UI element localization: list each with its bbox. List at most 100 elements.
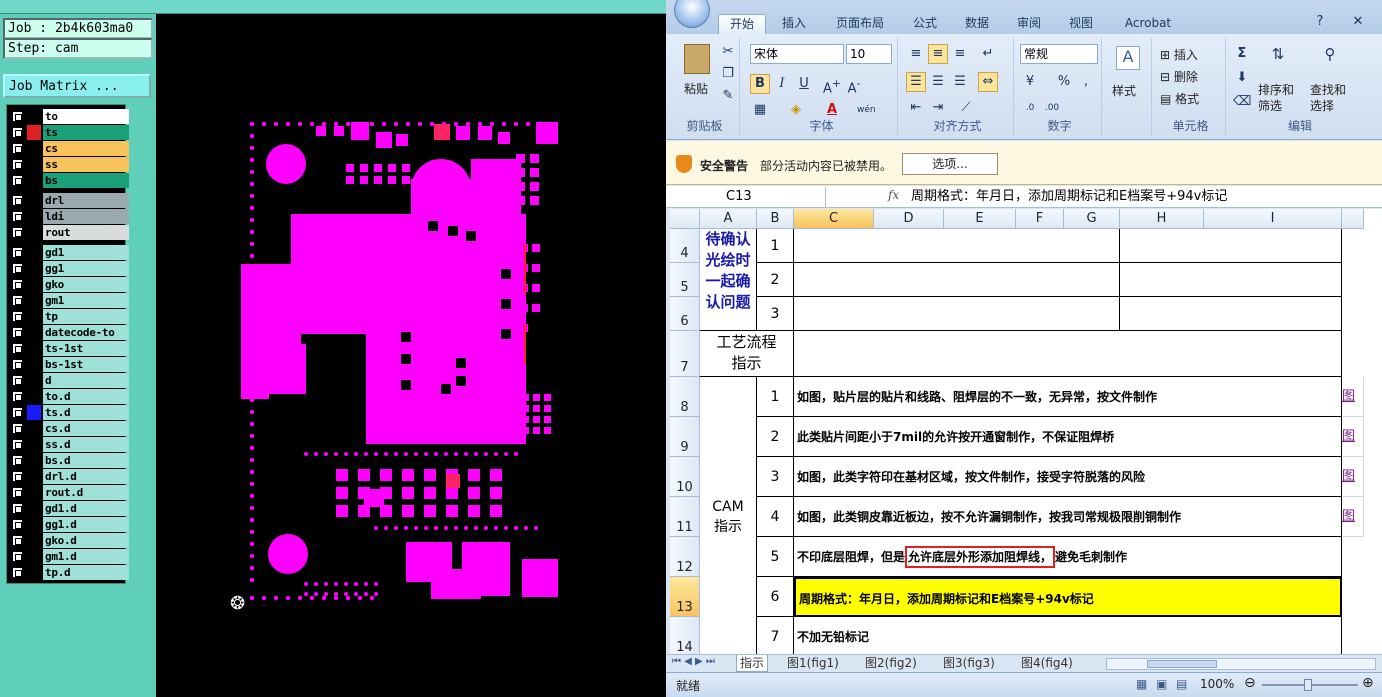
- security-options-button[interactable]: 选项...: [902, 153, 998, 175]
- layer-color-swatch[interactable]: [27, 405, 41, 420]
- bold-button[interactable]: B: [750, 74, 770, 94]
- row-header[interactable]: 9: [670, 417, 700, 457]
- layer-checkbox[interactable]: [12, 295, 23, 306]
- layer-color-swatch[interactable]: [27, 357, 41, 372]
- blank-cell[interactable]: [794, 297, 1120, 331]
- comma-icon[interactable]: ,: [1076, 72, 1096, 92]
- layer-checkbox[interactable]: [12, 327, 23, 338]
- row-index-cell[interactable]: 2: [757, 263, 794, 297]
- row-header[interactable]: 14: [670, 617, 700, 654]
- layer-name[interactable]: tp.d: [43, 565, 129, 580]
- layer-color-swatch[interactable]: [27, 277, 41, 292]
- decrease-indent-icon[interactable]: ⇤: [906, 98, 926, 118]
- orientation-icon[interactable]: ⟋: [956, 98, 976, 118]
- row-index-cell[interactable]: 3: [757, 457, 794, 497]
- layer-checkbox[interactable]: [12, 111, 23, 122]
- tab-page-layout[interactable]: 页面布局: [828, 14, 892, 34]
- layer-name[interactable]: cs: [43, 141, 129, 156]
- increase-indent-icon[interactable]: ⇥: [928, 98, 948, 118]
- layer-name[interactable]: ldi: [43, 209, 129, 224]
- layer-name[interactable]: to.d: [43, 389, 129, 404]
- tab-insert[interactable]: 插入: [774, 14, 814, 34]
- layer-name[interactable]: gd1: [43, 245, 129, 260]
- find-select-button[interactable]: 查找和选择: [1310, 82, 1352, 114]
- row-header[interactable]: 8: [670, 377, 700, 417]
- column-header[interactable]: C: [794, 209, 874, 229]
- sheet-tab-fig3[interactable]: 图3(fig3): [940, 655, 998, 672]
- layer-name[interactable]: datecode-to: [43, 325, 129, 340]
- layer-row-rout[interactable]: rout: [9, 225, 129, 240]
- layer-checkbox[interactable]: [12, 263, 23, 274]
- column-header[interactable]: I: [1204, 209, 1342, 229]
- column-header[interactable]: A: [700, 209, 757, 229]
- zoom-level[interactable]: 100%: [1200, 677, 1234, 691]
- row-header[interactable]: 11: [670, 497, 700, 537]
- layer-name[interactable]: ts.d: [43, 405, 129, 420]
- layer-row-gm1-d[interactable]: gm1.d: [9, 549, 129, 564]
- layer-row-gd1-d[interactable]: gd1.d: [9, 501, 129, 516]
- merge-center-icon[interactable]: ⇔: [978, 72, 998, 92]
- column-header[interactable]: H: [1120, 209, 1204, 229]
- layer-color-swatch[interactable]: [27, 373, 41, 388]
- column-header[interactable]: F: [1016, 209, 1064, 229]
- layer-checkbox[interactable]: [12, 455, 23, 466]
- wrap-text-icon[interactable]: ↵: [978, 44, 998, 64]
- layer-checkbox[interactable]: [12, 343, 23, 354]
- layer-row-to-d[interactable]: to.d: [9, 389, 129, 404]
- layer-row-gd1[interactable]: gd1: [9, 245, 129, 260]
- layer-checkbox[interactable]: [12, 279, 23, 290]
- layer-row-datecode-to[interactable]: datecode-to: [9, 325, 129, 340]
- layer-name[interactable]: ss.d: [43, 437, 129, 452]
- zoom-slider-thumb[interactable]: [1304, 679, 1312, 691]
- grow-font-icon[interactable]: A+: [822, 74, 842, 96]
- layer-row-d[interactable]: d: [9, 373, 129, 388]
- layer-checkbox[interactable]: [12, 227, 23, 238]
- layer-color-swatch[interactable]: [27, 325, 41, 340]
- view-layout-icon[interactable]: ▣: [1156, 677, 1167, 691]
- instruction-cell[interactable]: 此类贴片间距小于7mil的允许按开通窗制作，不保证阻焊桥: [794, 417, 1342, 457]
- close-icon[interactable]: ✕: [1348, 12, 1368, 32]
- layer-checkbox[interactable]: [12, 487, 23, 498]
- layer-row-drl-d[interactable]: drl.d: [9, 469, 129, 484]
- layer-color-swatch[interactable]: [27, 549, 41, 564]
- view-pagebreak-icon[interactable]: ▤: [1176, 677, 1187, 691]
- figure-link[interactable]: 图: [1342, 417, 1364, 457]
- instruction-cell-row12[interactable]: 不印底层阻焊，但是 允许底层外形添加阻焊线， 避免毛刺制作: [794, 537, 1342, 577]
- clear-icon[interactable]: ⌫: [1232, 92, 1252, 112]
- layer-name[interactable]: ts-1st: [43, 341, 129, 356]
- layer-color-swatch[interactable]: [27, 421, 41, 436]
- layer-row-gko[interactable]: gko: [9, 277, 129, 292]
- fill-icon[interactable]: ⬇: [1232, 68, 1252, 88]
- layer-color-swatch[interactable]: [27, 389, 41, 404]
- row-header[interactable]: 7: [670, 331, 700, 377]
- insert-cells-button[interactable]: ⊞ 插入: [1160, 46, 1198, 63]
- row-header[interactable]: 6: [670, 297, 700, 331]
- layer-row-ss[interactable]: ss: [9, 157, 129, 172]
- zoom-out-icon[interactable]: ⊖: [1244, 675, 1256, 691]
- format-painter-icon[interactable]: ✎: [718, 86, 738, 106]
- row-index-cell[interactable]: 6: [757, 577, 794, 617]
- layer-checkbox[interactable]: [12, 535, 23, 546]
- layer-row-ldi[interactable]: ldi: [9, 209, 129, 224]
- layer-checkbox[interactable]: [12, 423, 23, 434]
- layer-color-swatch[interactable]: [27, 341, 41, 356]
- layer-name[interactable]: gm1: [43, 293, 129, 308]
- layer-checkbox[interactable]: [12, 375, 23, 386]
- column-header[interactable]: E: [944, 209, 1016, 229]
- office-button[interactable]: [674, 0, 710, 28]
- layer-checkbox[interactable]: [12, 519, 23, 530]
- instruction-cell[interactable]: 不加无铅标记: [794, 617, 1342, 654]
- currency-icon[interactable]: ¥: [1020, 72, 1040, 92]
- blank-cell[interactable]: [794, 263, 1120, 297]
- layer-name[interactable]: gg1: [43, 261, 129, 276]
- figure-link[interactable]: 图: [1342, 497, 1364, 537]
- row-index-cell[interactable]: 3: [757, 297, 794, 331]
- layer-name[interactable]: gko.d: [43, 533, 129, 548]
- layer-checkbox[interactable]: [12, 127, 23, 138]
- row-header[interactable]: 5: [670, 263, 700, 297]
- scroll-thumb[interactable]: [1147, 660, 1217, 668]
- process-flow-cell[interactable]: [794, 331, 1342, 377]
- layer-name[interactable]: tp: [43, 309, 129, 324]
- pcb-view-canvas[interactable]: ❂: [156, 14, 666, 697]
- layer-color-swatch[interactable]: [27, 437, 41, 452]
